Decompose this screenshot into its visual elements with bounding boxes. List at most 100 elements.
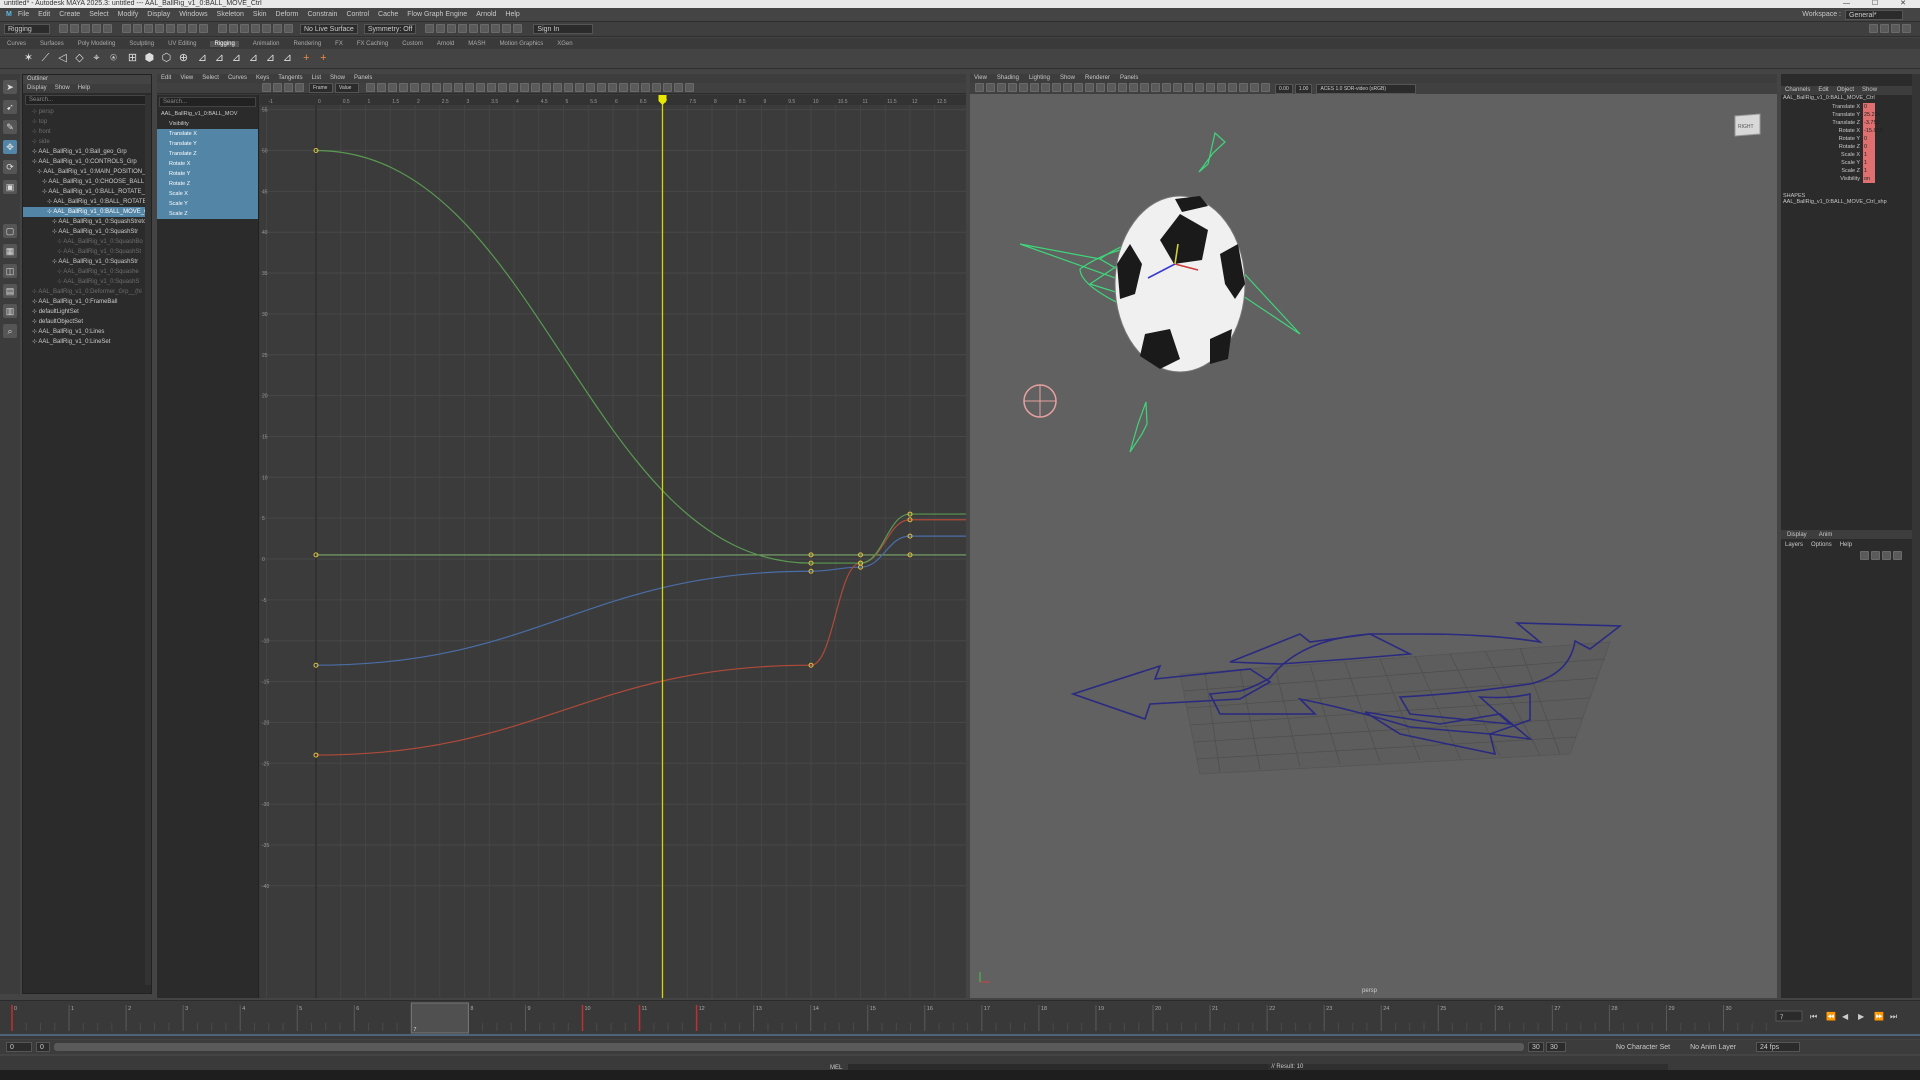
menu-help[interactable]: Help — [505, 11, 519, 18]
outliner-menu-help[interactable]: Help — [78, 85, 90, 91]
graph-tool-icons[interactable] — [261, 82, 305, 94]
lasso-tool-icon[interactable]: ➹ — [3, 100, 17, 114]
cb-attribute-value[interactable]: on — [1863, 175, 1875, 183]
graph-menu-edit[interactable]: Edit — [161, 74, 171, 83]
layer-tab-anim[interactable]: Anim — [1819, 532, 1833, 538]
far-clip-field[interactable]: 1.00 — [1294, 83, 1313, 94]
graph-channel-item[interactable]: Rotate Y — [157, 169, 258, 179]
colorspace-dropdown[interactable]: ACES 1.0 SDR-video (sRGB) — [1316, 83, 1417, 94]
shelf-tab-poly-modeling[interactable]: Poly Modeling — [78, 41, 116, 47]
outliner-item[interactable]: ⊹ persp — [23, 107, 151, 117]
menu-create[interactable]: Create — [59, 11, 80, 18]
graph-object-row[interactable]: AAL_BallRig_v1_0:BALL_MOV — [157, 109, 258, 119]
menu-control[interactable]: Control — [346, 11, 369, 18]
cb-attribute-row[interactable]: Rotate Z0 — [1781, 143, 1920, 151]
outliner-item[interactable]: ⊹ AAL_BallRig_v1_0:SquashStretc — [23, 217, 151, 227]
frame-stat-field[interactable]: Frame — [309, 83, 333, 93]
menu-edit[interactable]: Edit — [38, 11, 50, 18]
ball-rotate-control[interactable] — [1023, 384, 1057, 418]
outliner-item[interactable]: ⊹ AAL_BallRig_v1_0:Deformer_Grp__(hi — [23, 287, 151, 297]
outliner-item[interactable]: ⊹ AAL_BallRig_v1_0:Ball_geo_Grp — [23, 147, 151, 157]
layer-menu-layers[interactable]: Layers — [1785, 542, 1803, 548]
snap-tools[interactable] — [217, 23, 294, 35]
viewport-tool-icons[interactable] — [974, 83, 1271, 94]
shelf-tab-arnold[interactable]: Arnold — [437, 41, 454, 47]
current-frame-block[interactable] — [410, 1002, 469, 1034]
search-icon[interactable]: ⌕ — [3, 324, 17, 338]
cb-attribute-row[interactable]: Translate X0 — [1781, 103, 1920, 111]
shelf-tab-xgen[interactable]: XGen — [557, 41, 572, 47]
single-view-icon[interactable]: ▢ — [3, 224, 17, 238]
playback-button-icon[interactable]: ⏭ — [1890, 1012, 1897, 1021]
inner-start-field[interactable]: 0 — [36, 1042, 50, 1052]
playback-button-icon[interactable]: ⏪ — [1826, 1011, 1836, 1021]
render-tools[interactable] — [424, 23, 523, 35]
cb-attribute-row[interactable]: Translate Y 25.224 — [1781, 111, 1920, 119]
time-slider[interactable]: 0123456789101112131415161718192021222324… — [0, 1000, 1920, 1039]
graph-channel-item[interactable]: Visibility — [157, 119, 258, 129]
shelf-icons[interactable]: ✶ ⟋ ◁ ◇ ⌖ ⍟ ⊞ ⬢ ⬡ ⊕ ⊿ ⊿ ⊿ ⊿ ⊿ ⊿ + + — [20, 52, 332, 65]
fps-dropdown[interactable]: 24 fps — [1756, 1042, 1801, 1052]
tangent-tool-icons[interactable] — [365, 82, 695, 94]
graph-search-input[interactable]: Search... — [159, 97, 256, 107]
shelf-tab-rendering[interactable]: Rendering — [293, 41, 321, 47]
outliner-item[interactable]: ⊹ AAL_BallRig_v1_0:SquashStr — [23, 257, 151, 267]
playback-button-icon[interactable]: ◀ — [1842, 1012, 1849, 1021]
live-surface-field[interactable]: No Live Surface — [300, 24, 358, 34]
shelf-tab-curves[interactable]: Curves — [7, 41, 26, 47]
shelf-tab-uv-editing[interactable]: UV Editing — [168, 41, 196, 47]
outliner-menu-show[interactable]: Show — [55, 85, 70, 91]
cb-attribute-row[interactable]: Translate Z -3.753 — [1781, 119, 1920, 127]
move-tool-icon[interactable]: ✥ — [3, 140, 17, 154]
menu-windows[interactable]: Windows — [179, 11, 207, 18]
outliner-item[interactable]: ⊹ AAL_BallRig_v1_0:BALL_MOVE_C — [23, 207, 151, 217]
outliner-item[interactable]: ⊹ AAL_BallRig_v1_0:LineSet — [23, 337, 151, 347]
playback-button-icon[interactable]: ▶ — [1858, 1012, 1865, 1021]
cb-attribute-value[interactable]: -15.628 — [1863, 127, 1883, 135]
cb-tab-edit[interactable]: Edit — [1818, 87, 1828, 93]
outliner-item[interactable]: ⊹ AAL_BallRig_v1_0:FrameBall — [23, 297, 151, 307]
side-tabs[interactable] — [1912, 74, 1920, 998]
graph-menu-list[interactable]: List — [312, 74, 321, 83]
workspace-dropdown[interactable]: General* — [1845, 10, 1903, 20]
select-tool-icon[interactable]: ➤ — [3, 80, 17, 94]
cb-attribute-value[interactable]: 0 — [1863, 103, 1875, 111]
shelf-tab-fx[interactable]: FX — [335, 41, 343, 47]
four-view-icon[interactable]: ▦ — [3, 244, 17, 258]
start-frame-field[interactable]: 0 — [6, 1042, 32, 1052]
cb-tab-show[interactable]: Show — [1862, 87, 1877, 93]
time-slider-ruler[interactable]: 0123456789101112131415161718192021222324… — [0, 1001, 1920, 1039]
menu-cache[interactable]: Cache — [378, 11, 398, 18]
viewport-menu-renderer[interactable]: Renderer — [1085, 74, 1110, 83]
cb-attribute-row[interactable]: Scale Z1 — [1781, 167, 1920, 175]
viewport-scene[interactable]: RIGHT persp — [970, 94, 1777, 998]
graph-channel-item[interactable]: Rotate Z — [157, 179, 258, 189]
cb-attribute-row[interactable]: Visibility on — [1781, 175, 1920, 183]
shelf-tab-fx-caching[interactable]: FX Caching — [357, 41, 388, 47]
graph-channel-item[interactable]: Rotate X — [157, 159, 258, 169]
side-by-side-icon[interactable]: ◫ — [3, 264, 17, 278]
menu-display[interactable]: Display — [147, 11, 170, 18]
menu-arnold[interactable]: Arnold — [476, 11, 496, 18]
cb-attribute-value[interactable]: 25.224 — [1863, 111, 1881, 119]
character-set-field[interactable]: No Character Set — [1616, 1044, 1670, 1051]
viewport-menu-panels[interactable]: Panels — [1120, 74, 1138, 83]
selection-mask-tools[interactable] — [121, 23, 209, 35]
cb-attribute-value[interactable]: 0 — [1863, 135, 1875, 143]
menu-flow-graph-engine[interactable]: Flow Graph Engine — [407, 11, 467, 18]
menu-modify[interactable]: Modify — [118, 11, 139, 18]
cb-attribute-value[interactable]: 1 — [1863, 167, 1875, 175]
outliner-item[interactable]: ⊹ AAL_BallRig_v1_0:BALL_ROTATE — [23, 197, 151, 207]
shelf-tab-custom[interactable]: Custom — [402, 41, 423, 47]
file-tools[interactable] — [58, 23, 113, 35]
playback-button-icon[interactable]: ⏩ — [1874, 1011, 1884, 1021]
viewport-menu-view[interactable]: View — [974, 74, 987, 83]
paint-select-icon[interactable]: ✎ — [3, 120, 17, 134]
shelf-tab-sculpting[interactable]: Sculpting — [129, 41, 154, 47]
rotate-tool-icon[interactable]: ⟳ — [3, 160, 17, 174]
shape-name[interactable]: AAL_BallRig_v1_0:BALL_MOVE_Ctrl_shp — [1781, 199, 1920, 205]
graph-area[interactable]: -1 0 0.5 1 1.5 2 2.5 3 3.5 4 4.5 5 5.5 6 6.5 7 7.5 8 8.5 9 9… — [260, 95, 966, 998]
graph-menu-curves[interactable]: Curves — [228, 74, 247, 83]
menu-deform[interactable]: Deform — [276, 11, 299, 18]
shelf-tab-rigging[interactable]: Rigging — [210, 40, 239, 47]
